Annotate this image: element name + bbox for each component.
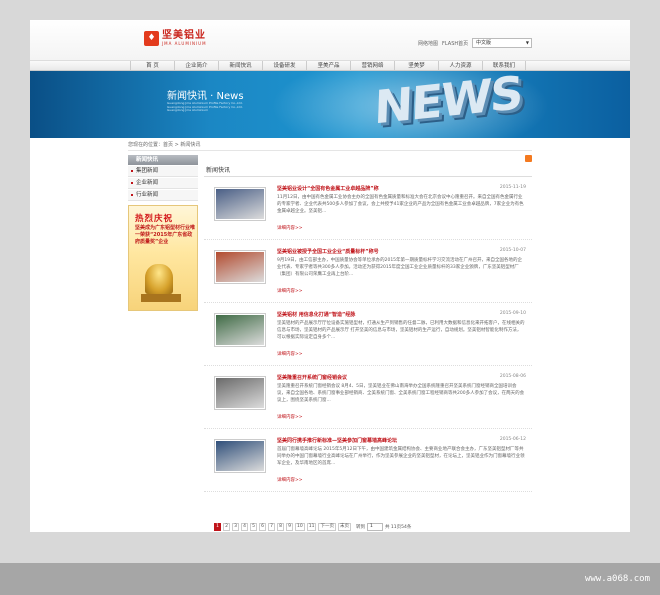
language-selected: 中文版 [476,40,492,46]
nav-item-news[interactable]: 新闻快讯 [218,61,262,71]
banner-title: 新闻快讯 · News [167,91,244,102]
chevron-down-icon: ▼ [525,40,529,45]
page-11[interactable]: 11 [306,523,317,531]
header: ♦ 坚美铝业 JMA ALUMINIUM 网络地图 FLASH首页 中文版 ▼ [30,20,630,60]
content-title: 新闻快讯 [204,164,532,177]
page: ♦ 坚美铝业 JMA ALUMINIUM 网络地图 FLASH首页 中文版 ▼ … [30,20,630,532]
logo-subtitle: JMA ALUMINIUM [162,41,207,46]
read-more-link[interactable]: 详细内容>> [277,225,303,231]
nav-item-home[interactable]: 首 页 [130,61,174,71]
breadcrumb: 您现在的位置：首页 > 新闻快讯 [128,139,532,151]
read-more-link[interactable]: 详细内容>> [277,477,303,483]
page-4[interactable]: 4 [241,523,248,531]
footer-strip [0,563,660,595]
page-8[interactable]: 8 [277,523,284,531]
page-2[interactable]: 2 [223,523,230,531]
page-6[interactable]: 6 [259,523,266,531]
article-thumbnail[interactable] [214,250,266,284]
nav-item-about[interactable]: 企业简介 [174,61,218,71]
pagination: 1 2 3 4 5 6 7 8 9 10 11 下一页 末页 转到 1 共 11… [214,523,411,531]
top-links: 网络地图 FLASH首页 [418,40,468,47]
page-1[interactable]: 1 [214,523,221,531]
logo-name: 坚美铝业 [162,30,206,41]
page-total: 共 11页54条 [384,525,412,530]
language-select[interactable]: 中文版 ▼ [472,38,532,48]
next-page-button[interactable]: 下一页 [318,523,336,531]
rss-icon[interactable] [525,155,532,162]
sidebar-title[interactable]: 新闻快讯 [128,155,198,165]
promo-title: 热烈庆祝 [135,214,174,224]
list-item: 坚美同行携手推行新标准—坚美参加门窗幕墙高峰论坛 2015-06-12 首届门窗… [204,432,532,492]
read-more-link[interactable]: 详细内容>> [277,351,303,357]
main-nav: 首 页 企业简介 新闻快讯 设备研发 坚美产品 营销网络 坚美梦 人力资源 联系… [30,60,630,71]
trophy-icon [145,264,173,294]
article-summary: 坚美铝材的产品展示厅厅位设备实施铝型材，打通从生产到销售的任督二脉，已利用大数据… [277,321,525,340]
article-title[interactable]: 坚美同行携手推行新标准—坚美参加门窗幕墙高峰论坛 [277,437,397,444]
nav-item-network[interactable]: 营销网络 [350,61,394,71]
article-date: 2015-08-06 [499,374,526,379]
page-9[interactable]: 9 [286,523,293,531]
article-summary: 坚美隆重召开系统门窗经销会议 8月4、5日，坚美铝业在佛山南海举办全国系统隆重召… [277,384,525,403]
article-summary: 9月19日，由工信部主办，中国质量协会等单位承办的2015年第一期质量标杆学习交… [277,258,523,277]
list-item: 坚美铝业设计“全国有色金属工业卓越品牌”称 2015-11-19 11月12日，… [204,180,532,240]
article-thumbnail[interactable] [214,187,266,221]
logo[interactable]: ♦ 坚美铝业 JMA ALUMINIUM [144,31,207,46]
article-thumbnail[interactable] [214,313,266,347]
page-7[interactable]: 7 [268,523,275,531]
logo-icon: ♦ [144,31,159,46]
read-more-link[interactable]: 详细内容>> [277,414,303,420]
nav-item-equipment[interactable]: 设备研发 [262,61,306,71]
sitemap-link[interactable]: 网络地图 [418,40,438,47]
trophy-base [141,294,181,302]
article-date: 2015-06-12 [499,437,526,442]
sidebar: 新闻快讯 集团新闻 企业新闻 行业新闻 热烈庆祝 坚美成为广东铝型材行业唯一荣获… [128,155,198,311]
article-summary: 11月12日，由中国有色金属工业协会主办的全国有色金属质量和标准大会在北京会议中… [277,195,524,214]
list-item: 坚美铝材 用信息化打通“智造”经脉 2015-09-10 坚美铝材的产品展示厅厅… [204,306,532,366]
article-title[interactable]: 坚美铝材 用信息化打通“智造”经脉 [277,311,355,318]
nav-item-dream[interactable]: 坚美梦 [394,61,438,71]
read-more-link[interactable]: 详细内容>> [277,288,303,294]
article-title[interactable]: 坚美铝业被授予全国工业企业“质量标杆”称号 [277,248,379,255]
list-item: 坚美铝业被授予全国工业企业“质量标杆”称号 2015-10-07 9月19日，由… [204,243,532,303]
nav-item-contact[interactable]: 联系我们 [482,61,526,71]
promo-banner[interactable]: 热烈庆祝 坚美成为广东铝型材行业唯一荣获“2015年广东省政府质量奖”企业 [128,205,198,311]
article-thumbnail[interactable] [214,439,266,473]
banner: 新闻快讯 · News Guangdong Jma Aluminium Prof… [30,71,630,138]
article-date: 2015-09-10 [499,311,526,316]
sidebar-item-industry-news[interactable]: 行业新闻 [128,190,198,201]
article-date: 2015-10-07 [499,248,526,253]
banner-subtitle: Guangdong Jma Aluminium Profile Factory … [167,101,243,112]
watermark: www.a068.com [584,574,650,584]
list-item: 坚美隆重召开系统门窗经销会议 2015-08-06 坚美隆重召开系统门窗经销会议… [204,369,532,429]
article-thumbnail[interactable] [214,376,266,410]
page-10[interactable]: 10 [295,523,305,531]
nav-item-hr[interactable]: 人力资源 [438,61,482,71]
flash-home-link[interactable]: FLASH首页 [442,40,468,47]
promo-text: 坚美成为广东铝型材行业唯一荣获“2015年广东省政府质量奖”企业 [135,225,196,245]
article-date: 2015-11-19 [499,185,526,190]
article-summary: 首届门窗幕墙高峰论坛 2015年5月12日下午，由中国建筑金属结构协会、主要商业… [277,447,525,466]
article-title[interactable]: 坚美隆重召开系统门窗经销会议 [277,374,347,381]
goto-label: 转到 [355,525,365,530]
sidebar-item-group-news[interactable]: 集团新闻 [128,166,198,177]
page-3[interactable]: 3 [232,523,239,531]
page-select[interactable]: 1 [366,523,383,531]
page-5[interactable]: 5 [250,523,257,531]
nav-item-products[interactable]: 坚美产品 [306,61,350,71]
sidebar-item-company-news[interactable]: 企业新闻 [128,178,198,189]
last-page-button[interactable]: 末页 [337,523,351,531]
article-title[interactable]: 坚美铝业设计“全国有色金属工业卓越品牌”称 [277,185,379,192]
